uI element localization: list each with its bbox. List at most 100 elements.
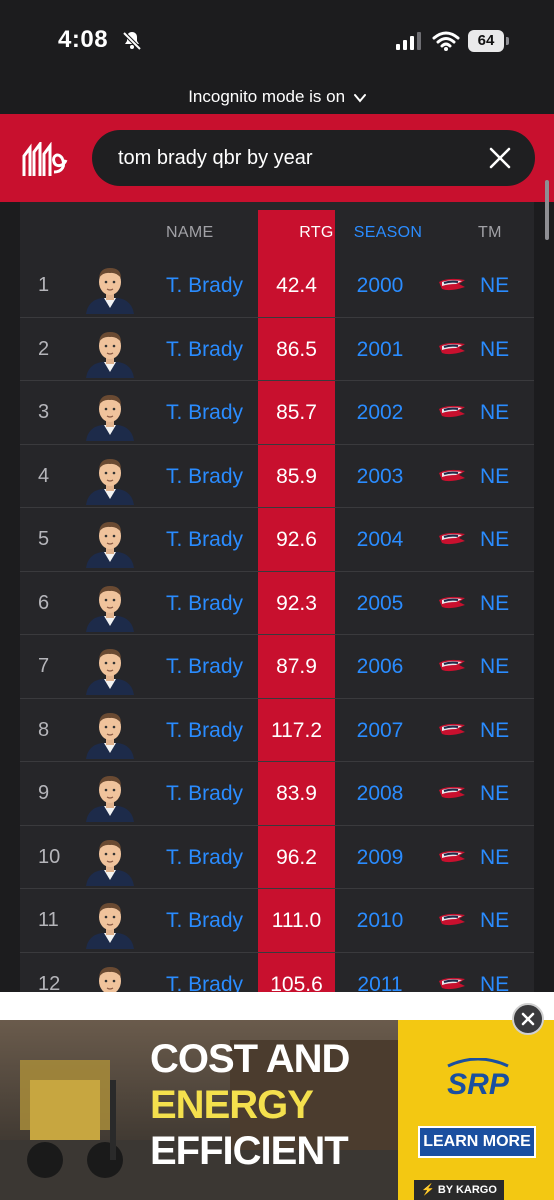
table-row[interactable]: 5 T. Brady 92.6 2004 NE	[20, 508, 534, 572]
table-row[interactable]: 2 T. Brady 86.5 2001 NE	[20, 318, 534, 381]
ad-brand: SRP	[447, 1068, 510, 1098]
table-row[interactable]: 12 T. Brady 105.6 2011 NE	[20, 953, 534, 993]
team-link[interactable]: NE	[480, 445, 509, 508]
ad-headline-line-2: ENERGY	[150, 1083, 314, 1127]
team-link[interactable]: NE	[480, 889, 509, 952]
season-link[interactable]: 2000	[338, 254, 422, 317]
header-name[interactable]: NAME	[166, 224, 213, 242]
row-rank: 6	[38, 591, 50, 614]
team-link[interactable]: NE	[480, 381, 509, 444]
player-avatar	[86, 522, 134, 568]
team-link[interactable]: NE	[480, 826, 509, 889]
ad-banner[interactable]: COST AND ENERGY EFFICIENT SRP LEARN MORE	[0, 1020, 554, 1200]
player-name-link[interactable]: T. Brady	[166, 889, 243, 952]
player-name-link[interactable]: T. Brady	[166, 572, 243, 635]
patriots-logo-icon	[439, 532, 465, 545]
rtg-value: 92.6	[276, 528, 317, 551]
table-row[interactable]: 3 T. Brady 85.7 2002 NE	[20, 381, 534, 445]
season-link[interactable]: 2011	[338, 953, 422, 993]
season-link[interactable]: 2003	[338, 445, 422, 508]
scrollbar[interactable]	[545, 180, 549, 240]
patriots-logo-icon	[439, 405, 465, 418]
search-bar[interactable]: tom brady qbr by year	[92, 130, 535, 186]
table-row[interactable]: 7 T. Brady 87.9 2006 NE	[20, 635, 534, 699]
team-link[interactable]: NE	[480, 635, 509, 698]
ad-brand-panel: SRP LEARN MORE	[398, 1020, 554, 1200]
player-name-link[interactable]: T. Brady	[166, 699, 243, 762]
signal-icon	[396, 32, 421, 50]
player-avatar	[86, 331, 134, 378]
season-link[interactable]: 2007	[338, 699, 422, 762]
rtg-value: 85.7	[276, 401, 317, 424]
player-avatar	[86, 395, 134, 441]
patriots-logo-icon	[439, 786, 465, 799]
team-link[interactable]: NE	[480, 572, 509, 635]
header-rtg[interactable]: RTG	[278, 224, 355, 242]
ad-close-button[interactable]	[512, 1003, 544, 1035]
player-avatar	[86, 712, 134, 759]
header-tm[interactable]: TM	[478, 224, 502, 242]
row-rank: 4	[38, 464, 50, 487]
team-link[interactable]: NE	[480, 508, 509, 571]
table-row[interactable]: 8 T. Brady 117.2 2007 NE	[20, 699, 534, 762]
patriots-logo-icon	[439, 850, 465, 862]
table-row[interactable]: 6 T. Brady 92.3 2005 NE	[20, 572, 534, 635]
team-link[interactable]: NE	[480, 254, 509, 317]
search-input[interactable]: tom brady qbr by year	[118, 130, 313, 186]
player-avatar	[86, 776, 134, 822]
ad-attribution[interactable]: ⚡ BY KARGO	[414, 1180, 504, 1200]
season-link[interactable]: 2002	[338, 381, 422, 444]
table-row[interactable]: 4 T. Brady 85.9 2003 NE	[20, 445, 534, 508]
srp-logo: SRP	[447, 1058, 510, 1098]
team-link[interactable]: NE	[480, 953, 509, 993]
rtg-value: 117.2	[271, 718, 322, 742]
rtg-value: 96.2	[276, 845, 317, 869]
player-name-link[interactable]: T. Brady	[166, 953, 243, 993]
ad-headline-line-1: COST AND	[150, 1037, 350, 1081]
close-icon[interactable]	[488, 146, 512, 170]
patriots-logo-icon	[439, 913, 465, 926]
learn-more-button[interactable]: LEARN MORE	[418, 1126, 536, 1158]
team-link[interactable]: NE	[480, 699, 509, 762]
player-name-link[interactable]: T. Brady	[166, 508, 243, 571]
status-bar: 4:08 64	[0, 0, 554, 80]
ad-headline-line-3: EFFICIENT	[150, 1129, 349, 1173]
player-avatar	[86, 458, 134, 505]
player-name-link[interactable]: T. Brady	[166, 445, 243, 508]
row-rank: 8	[38, 718, 50, 741]
row-rank: 3	[38, 401, 50, 423]
rtg-value: 87.9	[276, 655, 317, 678]
statmuse-logo[interactable]	[22, 142, 70, 178]
player-name-link[interactable]: T. Brady	[166, 381, 243, 444]
player-name-link[interactable]: T. Brady	[166, 635, 243, 698]
season-link[interactable]: 2005	[338, 572, 422, 635]
table-row[interactable]: 10 T. Brady 96.2 2009 NE	[20, 826, 534, 889]
season-link[interactable]: 2001	[338, 318, 422, 381]
team-link[interactable]: NE	[480, 762, 509, 825]
header-season[interactable]: SEASON	[346, 224, 430, 242]
player-avatar	[99, 966, 121, 992]
season-link[interactable]: 2008	[338, 762, 422, 825]
patriots-logo-icon	[439, 659, 465, 672]
row-rank: 7	[38, 655, 50, 677]
table-row[interactable]: 1 T. Brady 42.4 2000 NE	[20, 254, 534, 318]
patriots-logo-icon	[439, 278, 465, 291]
season-link[interactable]: 2009	[338, 826, 422, 889]
app-header: tom brady qbr by year	[0, 114, 554, 202]
table-row[interactable]: 9 T. Brady 83.9 2008 NE	[20, 762, 534, 826]
season-link[interactable]: 2006	[338, 635, 422, 698]
season-link[interactable]: 2004	[338, 508, 422, 571]
incognito-banner[interactable]: Incognito mode is on	[0, 80, 554, 114]
chevron-down-icon	[353, 93, 366, 103]
table-row[interactable]: 11 T. Brady 111.0 2010 NE	[20, 889, 534, 953]
row-rank: 12	[38, 972, 61, 993]
season-link[interactable]: 2010	[338, 889, 422, 952]
rtg-value: 92.3	[276, 591, 317, 615]
player-name-link[interactable]: T. Brady	[166, 254, 243, 317]
patriots-logo-icon	[439, 723, 465, 735]
row-rank: 11	[38, 909, 59, 931]
player-name-link[interactable]: T. Brady	[166, 318, 243, 381]
team-link[interactable]: NE	[480, 318, 509, 381]
player-name-link[interactable]: T. Brady	[166, 826, 243, 889]
player-name-link[interactable]: T. Brady	[166, 762, 243, 825]
